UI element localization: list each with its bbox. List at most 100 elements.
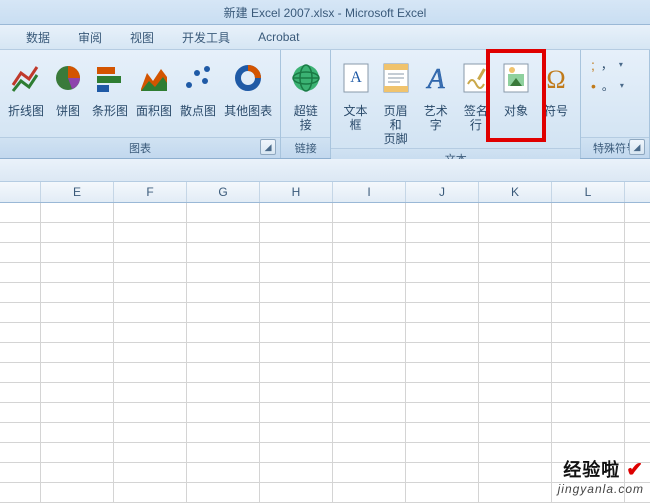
cell[interactable] bbox=[41, 323, 114, 343]
chart-scatter-button[interactable]: 散点图 bbox=[177, 52, 219, 136]
cell[interactable] bbox=[406, 383, 479, 403]
cell[interactable] bbox=[552, 243, 625, 263]
cell[interactable] bbox=[406, 283, 479, 303]
cell[interactable] bbox=[0, 263, 41, 283]
cell[interactable] bbox=[0, 303, 41, 323]
cell[interactable] bbox=[114, 203, 187, 223]
cell[interactable] bbox=[479, 403, 552, 423]
cell[interactable] bbox=[0, 283, 41, 303]
cell[interactable] bbox=[625, 423, 650, 443]
cell[interactable] bbox=[114, 343, 187, 363]
cell[interactable] bbox=[552, 263, 625, 283]
cell[interactable] bbox=[479, 203, 552, 223]
cell[interactable] bbox=[552, 203, 625, 223]
cell[interactable] bbox=[260, 303, 333, 323]
cell[interactable] bbox=[625, 283, 650, 303]
cell[interactable] bbox=[41, 363, 114, 383]
col-header-f[interactable]: F bbox=[114, 182, 187, 202]
cell[interactable] bbox=[625, 323, 650, 343]
cell[interactable] bbox=[41, 463, 114, 483]
cell[interactable] bbox=[114, 483, 187, 503]
cell[interactable] bbox=[406, 403, 479, 423]
cell[interactable] bbox=[406, 483, 479, 503]
cell[interactable] bbox=[41, 423, 114, 443]
chart-line-button[interactable]: 折线图 bbox=[5, 52, 47, 136]
cell[interactable] bbox=[187, 463, 260, 483]
col-header-m[interactable]: M bbox=[625, 182, 650, 202]
cell[interactable] bbox=[552, 423, 625, 443]
cell[interactable] bbox=[625, 303, 650, 323]
cell[interactable] bbox=[187, 243, 260, 263]
col-header-j[interactable]: J bbox=[406, 182, 479, 202]
cell[interactable] bbox=[260, 383, 333, 403]
special-punct-row[interactable]: ; ， ▾ bbox=[591, 56, 639, 73]
cell[interactable] bbox=[260, 283, 333, 303]
cell[interactable] bbox=[406, 323, 479, 343]
cell[interactable] bbox=[552, 403, 625, 423]
cell[interactable] bbox=[187, 383, 260, 403]
cell[interactable] bbox=[333, 283, 406, 303]
cell[interactable] bbox=[260, 243, 333, 263]
cell[interactable] bbox=[0, 243, 41, 263]
cell[interactable] bbox=[625, 403, 650, 423]
cell[interactable] bbox=[406, 423, 479, 443]
cell[interactable] bbox=[41, 283, 114, 303]
menu-devtools[interactable]: 开发工具 bbox=[168, 25, 244, 49]
menu-data[interactable]: 数据 bbox=[12, 25, 64, 49]
cell[interactable] bbox=[114, 443, 187, 463]
cell[interactable] bbox=[260, 263, 333, 283]
cell[interactable] bbox=[333, 223, 406, 243]
cell[interactable] bbox=[552, 283, 625, 303]
cell[interactable] bbox=[333, 303, 406, 323]
cell[interactable] bbox=[406, 263, 479, 283]
cell[interactable] bbox=[187, 223, 260, 243]
cell[interactable] bbox=[625, 363, 650, 383]
cell[interactable] bbox=[114, 463, 187, 483]
cell[interactable] bbox=[0, 423, 41, 443]
cell[interactable] bbox=[187, 443, 260, 463]
cell[interactable] bbox=[479, 303, 552, 323]
cell[interactable] bbox=[41, 243, 114, 263]
header-footer-button[interactable]: 页眉和 页脚 bbox=[377, 52, 415, 148]
cell[interactable] bbox=[406, 343, 479, 363]
cell[interactable] bbox=[114, 323, 187, 343]
cell[interactable] bbox=[187, 263, 260, 283]
cell[interactable] bbox=[625, 343, 650, 363]
object-button[interactable]: 对象 bbox=[497, 52, 535, 136]
cell[interactable] bbox=[625, 203, 650, 223]
cell[interactable] bbox=[552, 363, 625, 383]
cell[interactable] bbox=[333, 263, 406, 283]
hyperlink-button[interactable]: 超链接 bbox=[286, 52, 325, 136]
cell[interactable] bbox=[187, 363, 260, 383]
cell[interactable] bbox=[479, 243, 552, 263]
cell[interactable] bbox=[260, 483, 333, 503]
cell[interactable] bbox=[406, 243, 479, 263]
cell[interactable] bbox=[0, 223, 41, 243]
col-header-g[interactable]: G bbox=[187, 182, 260, 202]
cell[interactable] bbox=[479, 423, 552, 443]
cell[interactable] bbox=[260, 463, 333, 483]
cell[interactable] bbox=[625, 263, 650, 283]
signature-button[interactable]: 签名行 bbox=[457, 52, 495, 136]
cell[interactable] bbox=[114, 423, 187, 443]
cell[interactable] bbox=[260, 203, 333, 223]
cell[interactable] bbox=[0, 463, 41, 483]
cell[interactable] bbox=[114, 363, 187, 383]
cell[interactable] bbox=[187, 323, 260, 343]
cell[interactable] bbox=[260, 223, 333, 243]
cell[interactable] bbox=[260, 443, 333, 463]
cell[interactable] bbox=[260, 323, 333, 343]
cell[interactable] bbox=[552, 343, 625, 363]
cell[interactable] bbox=[479, 463, 552, 483]
special-dialog-launcher[interactable]: ◢ bbox=[629, 139, 645, 155]
cell[interactable] bbox=[333, 243, 406, 263]
cell[interactable] bbox=[479, 323, 552, 343]
cell[interactable] bbox=[114, 243, 187, 263]
cell[interactable] bbox=[187, 423, 260, 443]
chart-other-button[interactable]: 其他图表 bbox=[221, 52, 275, 136]
cell[interactable] bbox=[625, 223, 650, 243]
cell[interactable] bbox=[406, 203, 479, 223]
col-header-e[interactable]: E bbox=[41, 182, 114, 202]
cell[interactable] bbox=[479, 283, 552, 303]
cell[interactable] bbox=[187, 483, 260, 503]
